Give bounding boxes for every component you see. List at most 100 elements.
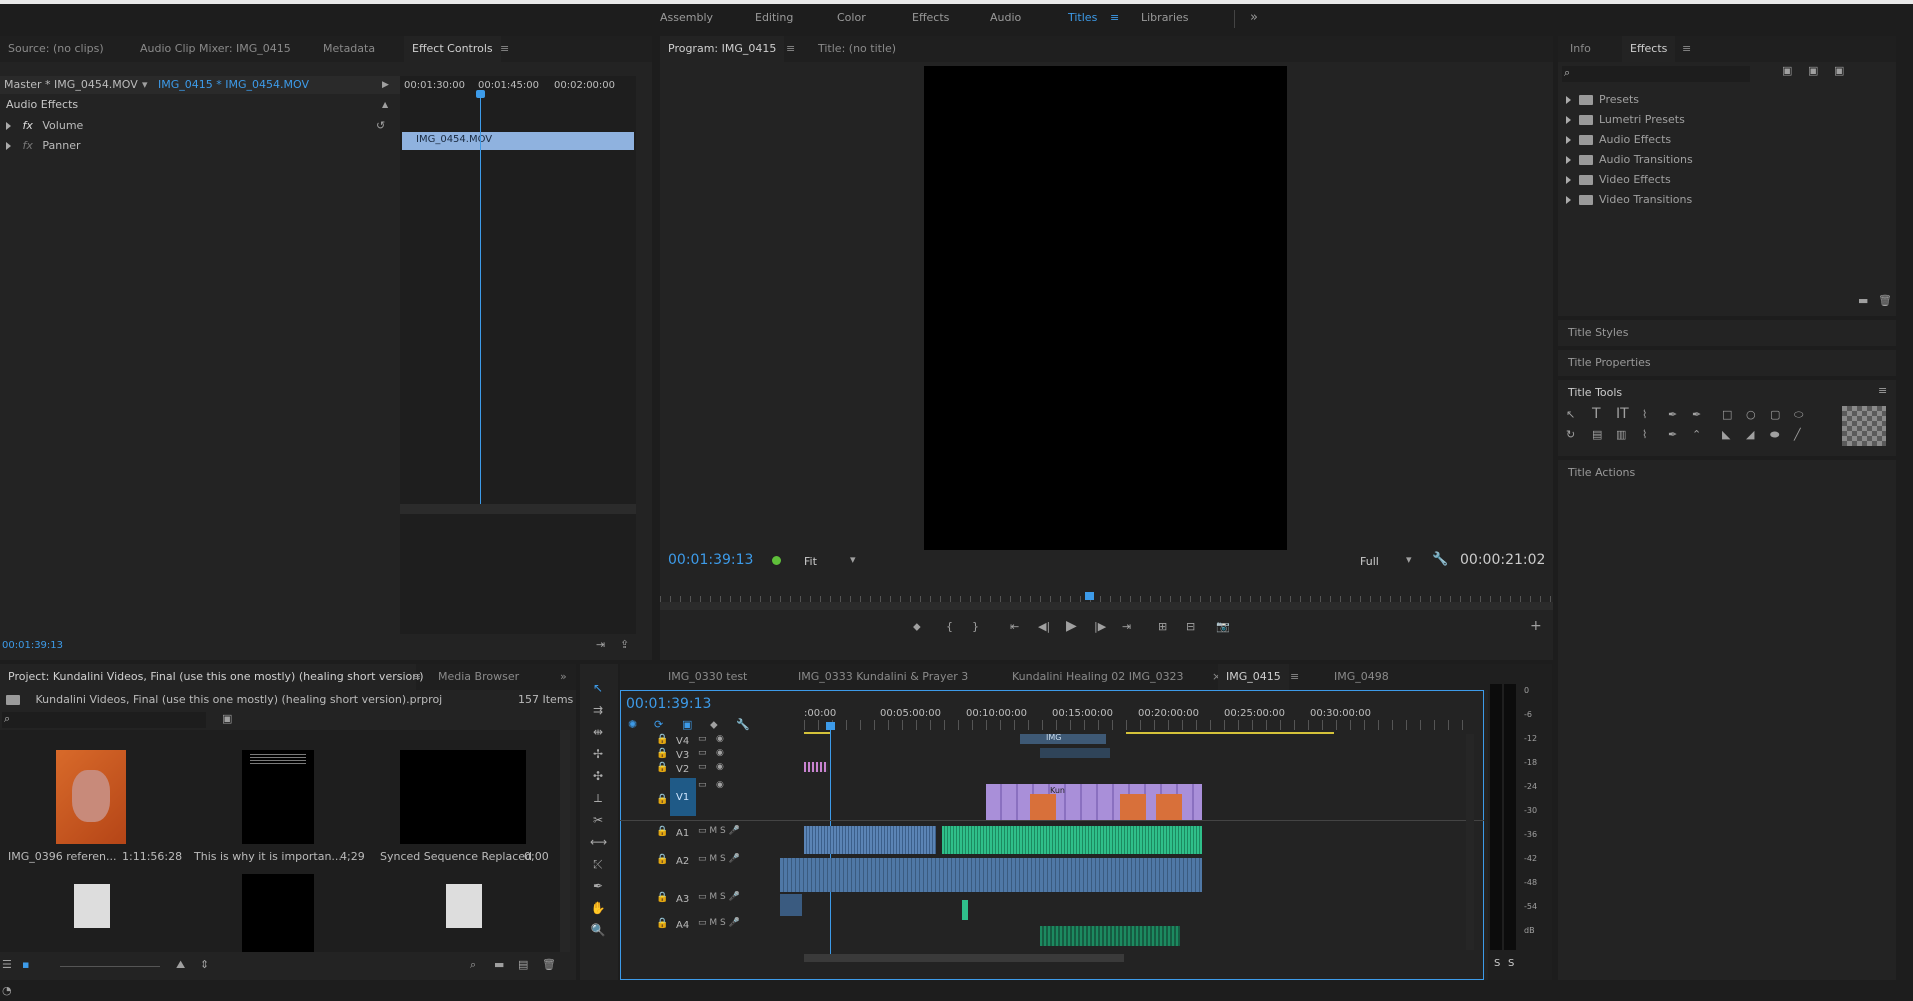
ripple-edit-tool-icon[interactable]: ⇹	[590, 724, 606, 740]
section-label[interactable]: Title Styles	[1568, 326, 1628, 339]
track-label-a1[interactable]: A1	[676, 828, 689, 839]
tab-info[interactable]: Info	[1562, 36, 1599, 62]
selection-tool-icon[interactable]: ↖	[1566, 408, 1575, 421]
eye-icon[interactable]: ◉	[716, 780, 724, 790]
lock-icon[interactable]: 🔒	[656, 892, 668, 903]
delete-anchor-tool-icon[interactable]: ✒	[1668, 428, 1677, 441]
timeline-menu-icon[interactable]: ≡	[1282, 664, 1307, 690]
workspace-color[interactable]: Color	[837, 4, 866, 32]
step-forward-icon[interactable]: |▶	[1094, 620, 1106, 633]
mark-out-icon[interactable]: }	[972, 620, 979, 633]
expand-icon[interactable]	[1566, 156, 1571, 164]
zoom-tool-icon[interactable]: 🔍	[590, 922, 606, 938]
track-label-v3[interactable]: V3	[676, 750, 689, 761]
hand-tool-icon[interactable]: ✋	[590, 900, 606, 916]
program-ruler[interactable]	[660, 584, 1553, 602]
tab-sequence[interactable]: IMG_0330 test	[660, 664, 755, 690]
audio-clip-a1[interactable]	[942, 826, 1202, 854]
expand-icon[interactable]	[6, 142, 11, 150]
effects-folder-audio-transitions[interactable]: Audio Transitions	[1566, 150, 1693, 170]
effects-search[interactable]: ⌕	[1562, 66, 1750, 82]
playhead[interactable]	[480, 94, 481, 504]
eye-icon[interactable]: ◉	[716, 762, 724, 772]
effect-panner[interactable]: fx Panner	[0, 136, 400, 156]
expand-icon[interactable]	[6, 122, 11, 130]
rolling-edit-tool-icon[interactable]: ✢	[590, 746, 606, 762]
effects-folder-audio-effects[interactable]: Audio Effects	[1566, 130, 1671, 150]
quality-select[interactable]: Full	[1360, 555, 1379, 568]
zoom-dropdown-icon[interactable]: ▾	[850, 553, 856, 566]
timeline-settings-icon[interactable]: 🔧	[736, 718, 750, 731]
workspace-libraries[interactable]: Libraries	[1141, 4, 1189, 32]
tab-sequence-active[interactable]: IMG_0415	[1218, 664, 1289, 690]
accelerated-effects-icon[interactable]: ▣	[1782, 64, 1792, 77]
expand-icon[interactable]	[1566, 136, 1571, 144]
go-to-in-icon[interactable]: ⇤	[1010, 620, 1019, 633]
effects-folder-video-effects[interactable]: Video Effects	[1566, 170, 1671, 190]
eye-icon[interactable]: ◉	[716, 734, 724, 744]
zoom-fit-select[interactable]: Fit	[804, 555, 817, 568]
clip-name[interactable]: This is why it is importan...	[194, 850, 342, 863]
sync-lock-icon[interactable]: ▭	[698, 734, 707, 744]
project-search[interactable]: ⌕	[2, 712, 206, 728]
path-type-tool-icon[interactable]: ⌇	[1642, 408, 1647, 421]
playhead-handle[interactable]	[476, 90, 485, 98]
program-playhead[interactable]	[1085, 592, 1094, 600]
fill-swatch[interactable]	[1842, 406, 1886, 446]
slip-tool-icon[interactable]: ✂	[590, 812, 606, 828]
new-bin-icon[interactable]: ▬	[494, 958, 504, 971]
pen-tool-icon[interactable]: ⤪	[590, 856, 606, 872]
lock-icon[interactable]: 🔒	[656, 854, 668, 865]
tab-metadata[interactable]: Metadata	[315, 36, 383, 62]
section-label[interactable]: Title Actions	[1568, 466, 1635, 479]
track-controls[interactable]: ▭ M S 🎤	[698, 854, 740, 864]
add-marker-icon[interactable]: ▣	[682, 718, 692, 731]
lock-icon[interactable]: 🔒	[656, 734, 668, 745]
expand-icon[interactable]	[1566, 196, 1571, 204]
type-tool-icon[interactable]: T	[1592, 406, 1601, 422]
rounded-rect-tool-icon[interactable]: ▢	[1770, 408, 1780, 421]
rectangle-tool-icon[interactable]: □	[1722, 408, 1732, 421]
tab-effects[interactable]: Effects	[1622, 36, 1676, 62]
razor-tool-icon[interactable]: ⟂	[590, 790, 606, 806]
pen-tool-icon[interactable]: ✒	[1668, 408, 1677, 421]
title-tools-menu-icon[interactable]: ≡	[1878, 384, 1887, 397]
audio-clip-a3[interactable]	[780, 894, 802, 916]
clip-name[interactable]: IMG_0396 referen...	[8, 850, 116, 863]
track-select-tool-icon[interactable]: ⇉	[590, 702, 606, 718]
track-controls[interactable]: ▭ M S 🎤	[698, 826, 740, 836]
section-label[interactable]: Title Properties	[1568, 356, 1651, 369]
audio-clip-a2[interactable]	[780, 858, 1202, 892]
delete-icon[interactable]: 🗑	[1878, 294, 1892, 307]
track-label-v4[interactable]: V4	[676, 736, 689, 747]
add-anchor-tool-icon[interactable]: ✒	[1692, 408, 1701, 421]
vertical-path-type-tool-icon[interactable]: ⌇	[1642, 428, 1647, 441]
track-label-v1[interactable]: V1	[676, 792, 689, 803]
audio-clip-a1[interactable]	[804, 826, 936, 854]
workspace-assembly[interactable]: Assembly	[660, 4, 713, 32]
program-menu-icon[interactable]: ≡	[778, 36, 803, 62]
pen-tool-2-icon[interactable]: ✒	[590, 878, 606, 894]
clip-thumbnail[interactable]	[242, 874, 314, 952]
missing-media-icon[interactable]	[74, 884, 110, 928]
timeline-timecode[interactable]: 00:01:39:13	[626, 696, 711, 712]
tab-sequence[interactable]: IMG_0498	[1326, 664, 1397, 690]
vertical-type-tool-icon[interactable]: IT	[1616, 406, 1629, 422]
new-item-icon[interactable]: ▤	[518, 958, 528, 971]
program-scrollbar[interactable]	[660, 602, 1553, 610]
quality-dropdown-icon[interactable]: ▾	[1406, 553, 1412, 566]
lock-icon[interactable]: 🔒	[656, 762, 668, 773]
slide-tool-icon[interactable]: ⟷	[590, 834, 607, 850]
yuv-effects-icon[interactable]: ▣	[1834, 64, 1844, 77]
track-controls[interactable]: ▭ M S 🎤	[698, 892, 740, 902]
effect-controls-timecode[interactable]: 00:01:39:13	[2, 640, 63, 651]
ellipse-tool-icon[interactable]: ○	[1746, 408, 1756, 421]
icon-view-icon[interactable]: ▪	[22, 958, 29, 971]
vertical-area-type-tool-icon[interactable]: ▥	[1616, 428, 1626, 441]
sequence-clip-label[interactable]: IMG_0415 * IMG_0454.MOV	[158, 76, 309, 94]
mark-in-icon[interactable]: {	[946, 620, 953, 633]
audio-clip-a3[interactable]	[962, 900, 968, 920]
tab-project[interactable]: Project: Kundalini Videos, Final (use th…	[0, 664, 424, 690]
zoom-slider[interactable]	[60, 966, 160, 967]
32bit-effects-icon[interactable]: ▣	[1808, 64, 1818, 77]
